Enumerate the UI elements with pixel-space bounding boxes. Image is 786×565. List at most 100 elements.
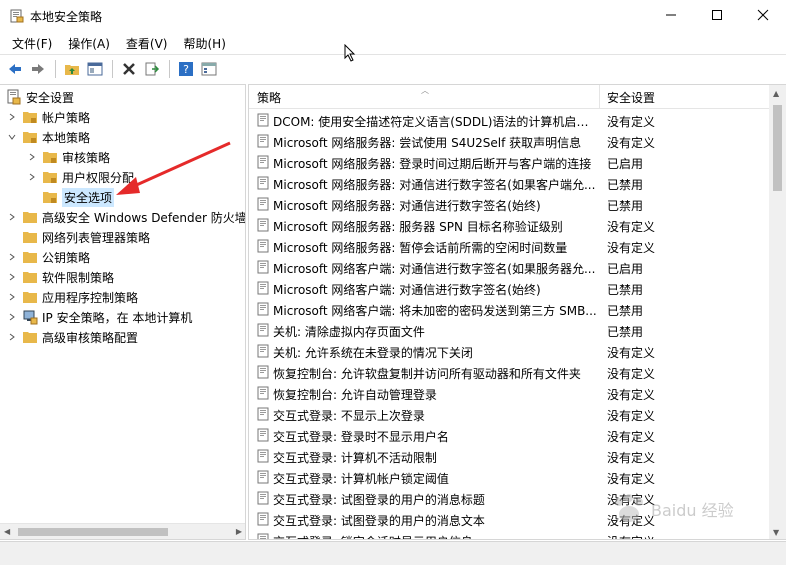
policy-setting-icon [257, 176, 269, 190]
chevron-right-icon[interactable] [6, 311, 18, 323]
table-row[interactable]: Microsoft 网络服务器: 登录时间过期后断开与客户端的连接 已启用 [249, 152, 769, 173]
vertical-scrollbar[interactable]: ▲ ▼ [769, 85, 786, 539]
scrollbar-thumb[interactable] [773, 105, 782, 191]
scroll-down-icon[interactable]: ▼ [773, 528, 779, 537]
table-row[interactable]: 交互式登录: 锁定会话时显示用户信息 没有定义 [249, 530, 769, 539]
export-list-icon [145, 62, 160, 75]
table-row[interactable]: 关机: 允许系统在未登录的情况下关闭 没有定义 [249, 341, 769, 362]
policy-name: 交互式登录: 试图登录的用户的消息标题 [273, 493, 485, 507]
scroll-left-icon[interactable]: ◀ [4, 527, 10, 536]
tree-item-label: 网络列表管理器策略 [42, 230, 151, 245]
toolbar-separator [169, 59, 170, 78]
menu-view[interactable]: 查看(V) [120, 35, 174, 52]
tree-item-public-key-policies[interactable]: 公钥策略 [6, 247, 90, 267]
delete-button[interactable] [118, 58, 140, 80]
policy-name: 交互式登录: 计算机帐户锁定阈值 [273, 472, 449, 486]
tree-item-label: 高级安全 Windows Defender 防火墙 [42, 210, 246, 225]
table-row[interactable]: 交互式登录: 登录时不显示用户名 没有定义 [249, 425, 769, 446]
security-setting-value: 已禁用 [607, 283, 644, 297]
chevron-right-icon[interactable] [26, 151, 38, 163]
security-setting-value: 没有定义 [607, 241, 656, 255]
horizontal-scrollbar[interactable]: ◀ ▶ [0, 523, 245, 539]
chevron-right-icon[interactable] [26, 171, 38, 183]
close-button[interactable] [740, 0, 786, 30]
back-button[interactable] [4, 58, 26, 80]
scroll-up-icon[interactable]: ▲ [773, 89, 779, 98]
policy-setting-icon [257, 323, 269, 337]
table-row[interactable]: 恢复控制台: 允许自动管理登录 没有定义 [249, 383, 769, 404]
security-setting-value: 已禁用 [607, 304, 644, 318]
policy-name: Microsoft 网络服务器: 暂停会话前所需的空闲时间数量 [273, 241, 568, 255]
toolbar-separator [55, 59, 56, 78]
menu-file[interactable]: 文件(F) [6, 35, 58, 52]
table-row[interactable]: Microsoft 网络服务器: 暂停会话前所需的空闲时间数量 没有定义 [249, 236, 769, 257]
table-row[interactable]: Microsoft 网络服务器: 对通信进行数字签名(始终) 已禁用 [249, 194, 769, 215]
tree-item-audit-policy[interactable]: 审核策略 [26, 147, 110, 167]
table-row[interactable]: DCOM: 使用安全描述符定义语言(SDDL)语法的计算机启动... 没有定义 [249, 110, 769, 131]
tree-item-software-restriction[interactable]: 软件限制策略 [6, 267, 114, 287]
title-bar: 本地安全策略 [0, 0, 786, 32]
tree-item-local-policies[interactable]: 本地策略 [6, 127, 90, 147]
policy-setting-icon [257, 428, 269, 442]
chevron-right-icon[interactable] [6, 251, 18, 263]
table-row[interactable]: Microsoft 网络服务器: 对通信进行数字签名(如果客户端允... 已禁用 [249, 173, 769, 194]
chevron-down-icon[interactable] [6, 131, 18, 143]
security-setting-value: 没有定义 [607, 136, 656, 150]
scrollbar-thumb[interactable] [18, 528, 168, 536]
table-row[interactable]: 恢复控制台: 允许软盘复制并访问所有驱动器和所有文件夹 没有定义 [249, 362, 769, 383]
security-setting-value: 没有定义 [607, 451, 656, 465]
policy-name: 恢复控制台: 允许软盘复制并访问所有驱动器和所有文件夹 [273, 367, 581, 381]
toolbar-separator [112, 59, 113, 78]
up-one-level-button[interactable] [61, 58, 83, 80]
table-row[interactable]: Microsoft 网络服务器: 尝试使用 S4U2Self 获取声明信息 没有定… [249, 131, 769, 152]
tree-item-label: 安全设置 [26, 90, 75, 105]
table-row[interactable]: 关机: 清除虚拟内存页面文件 已禁用 [249, 320, 769, 341]
maximize-button[interactable] [694, 0, 740, 30]
tree-item-ip-security[interactable]: IP 安全策略，在 本地计算机 [6, 307, 192, 327]
table-row[interactable]: Microsoft 网络客户端: 对通信进行数字签名(始终) 已禁用 [249, 278, 769, 299]
minimize-button[interactable] [648, 0, 694, 30]
chevron-right-icon[interactable] [6, 271, 18, 283]
table-row[interactable]: Microsoft 网络服务器: 服务器 SPN 目标名称验证级别 没有定义 [249, 215, 769, 236]
chevron-right-icon[interactable] [6, 111, 18, 123]
tree-item-label: 帐户策略 [42, 110, 91, 125]
tree-root-security-settings[interactable]: 安全设置 [6, 87, 74, 107]
delete-x-icon [123, 62, 135, 75]
help-button[interactable]: ? [175, 58, 197, 80]
policy-setting-icon [257, 491, 269, 505]
policy-list-pane: 策略 ︿ 安全设置 DCOM: 使用安全描述符定义语言(SDDL)语法的计算机启… [248, 84, 786, 540]
export-list-button[interactable] [141, 58, 163, 80]
security-setting-value: 没有定义 [607, 533, 655, 539]
chevron-right-icon[interactable] [6, 291, 18, 303]
tree-item-network-list-manager[interactable]: 网络列表管理器策略 [22, 227, 150, 247]
tree-item-label: 高级审核策略配置 [42, 330, 139, 345]
table-row[interactable]: 交互式登录: 计算机不活动限制 没有定义 [249, 446, 769, 467]
forward-button[interactable] [27, 58, 49, 80]
annotation-arrow-icon [116, 141, 231, 195]
folder-icon [23, 232, 37, 243]
properties-button[interactable] [198, 58, 220, 80]
tree-item-windows-defender-firewall[interactable]: 高级安全 Windows Defender 防火墙 [6, 207, 246, 227]
tree-item-account-policies[interactable]: 帐户策略 [6, 107, 90, 127]
security-setting-value: 已禁用 [607, 325, 644, 339]
policy-name: 交互式登录: 登录时不显示用户名 [273, 430, 449, 444]
tree-item-application-control[interactable]: 应用程序控制策略 [6, 287, 138, 307]
table-row[interactable]: 交互式登录: 不显示上次登录 没有定义 [249, 404, 769, 425]
local-security-policy-icon [10, 9, 24, 23]
table-row[interactable]: Microsoft 网络客户端: 对通信进行数字签名(如果服务器允... 已启用 [249, 257, 769, 278]
table-row[interactable]: 交互式登录: 计算机帐户锁定阈值 没有定义 [249, 467, 769, 488]
show-hide-console-tree-button[interactable] [84, 58, 106, 80]
policy-setting-icon [257, 470, 269, 484]
folder-icon [23, 332, 37, 343]
menu-help[interactable]: 帮助(H) [177, 35, 231, 52]
chevron-right-icon[interactable] [6, 331, 18, 343]
menu-action[interactable]: 操作(A) [62, 35, 116, 52]
scroll-right-icon[interactable]: ▶ [236, 527, 242, 536]
tree-item-advanced-audit[interactable]: 高级审核策略配置 [6, 327, 138, 347]
column-header-security-setting[interactable]: 安全设置 [599, 85, 769, 109]
chevron-right-icon[interactable] [6, 211, 18, 223]
policy-name: Microsoft 网络服务器: 对通信进行数字签名(如果客户端允... [273, 178, 596, 192]
table-row[interactable]: Microsoft 网络客户端: 将未加密的密码发送到第三方 SMB... 已禁用 [249, 299, 769, 320]
policy-setting-icon [257, 113, 269, 127]
policy-name: 交互式登录: 不显示上次登录 [273, 409, 425, 423]
